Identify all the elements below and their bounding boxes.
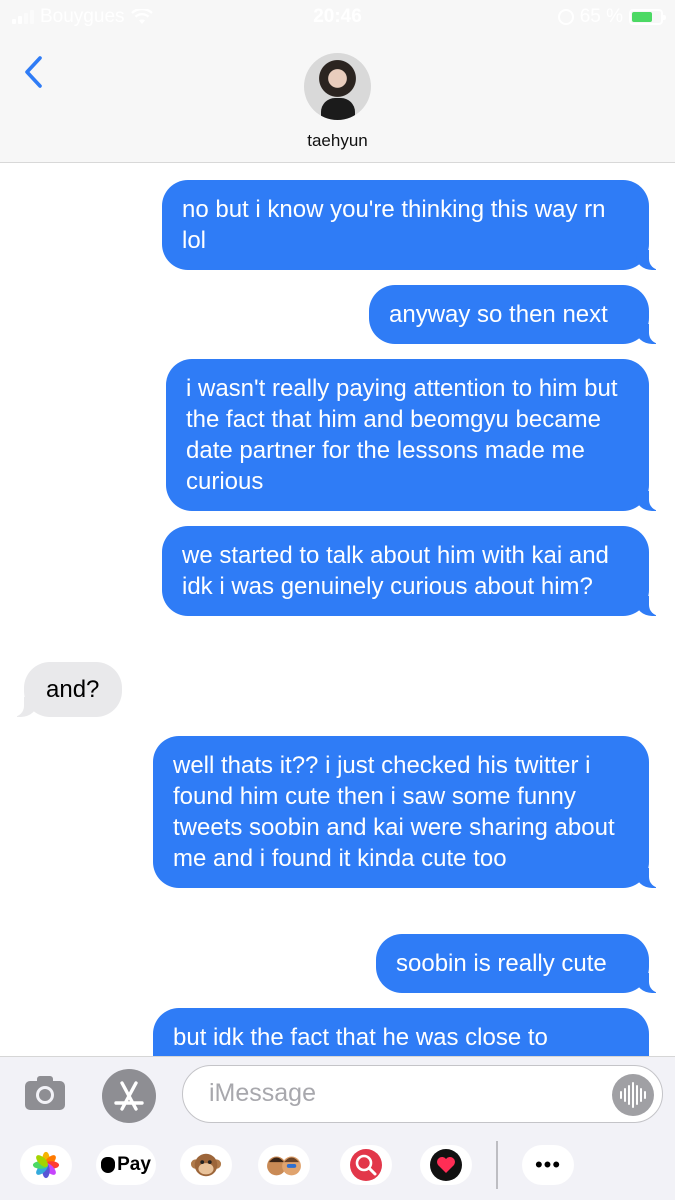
message-bubble-sent[interactable]: well thats it?? i just checked his twitt…	[153, 736, 662, 888]
battery-level	[632, 12, 652, 22]
monkey-face-glyph	[190, 1153, 222, 1177]
message-bubble-sent[interactable]: anyway so then next	[369, 285, 662, 344]
more-apps-icon[interactable]: •••	[522, 1145, 574, 1185]
compose-bar: Pay	[0, 1056, 675, 1200]
apple-logo-icon	[101, 1157, 116, 1173]
animoji-app-icon[interactable]	[180, 1145, 232, 1185]
app-store-icon[interactable]	[102, 1069, 156, 1123]
chevron-left-icon[interactable]	[18, 52, 50, 92]
memoji-app-icon[interactable]	[258, 1145, 310, 1185]
contact-avatar[interactable]	[304, 53, 371, 120]
photos-app-icon[interactable]	[20, 1145, 72, 1185]
apple-pay-label: Pay	[117, 1154, 151, 1175]
memoji-faces-glyph	[267, 1156, 301, 1176]
message-bubble-received[interactable]: and?	[11, 662, 122, 717]
status-right: 65 %	[557, 6, 666, 28]
search-globe-glyph	[350, 1149, 382, 1181]
rotation-lock-icon	[557, 9, 574, 25]
message-thread[interactable]: no but i know you're thinking this way r…	[0, 164, 675, 1056]
app-store-glyph	[114, 1081, 144, 1111]
message-bubble-sent[interactable]: we started to talk about him with kai an…	[162, 526, 662, 616]
message-input-field[interactable]	[182, 1065, 663, 1123]
battery-percent: 65 %	[579, 6, 623, 27]
digital-touch-app-icon[interactable]	[420, 1145, 472, 1185]
status-bar: Bouygues 20:46 65 %	[0, 0, 675, 36]
audio-waveform-icon[interactable]	[612, 1074, 654, 1116]
app-drawer: Pay •••	[0, 1141, 675, 1200]
contact-name[interactable]: taehyun	[0, 131, 675, 151]
message-bubble-sent[interactable]: soobin is really cute	[376, 934, 662, 993]
apple-pay-app[interactable]: Pay	[96, 1145, 156, 1185]
camera-icon[interactable]	[24, 1072, 66, 1114]
app-drawer-divider	[496, 1141, 498, 1189]
message-input[interactable]	[209, 1079, 589, 1108]
photos-flower-glyph	[32, 1151, 60, 1179]
message-bubble-sent[interactable]: but idk the fact that he was close to	[153, 1008, 649, 1056]
battery-charging-icon	[629, 9, 666, 25]
message-bubble-sent[interactable]: no but i know you're thinking this way r…	[162, 180, 662, 270]
message-bubble-sent[interactable]: i wasn't really paying attention to him …	[166, 359, 662, 511]
web-search-app-icon[interactable]	[340, 1145, 392, 1185]
conversation-header: Bouygues 20:46 65 % taehyun	[0, 0, 675, 163]
digital-touch-glyph	[430, 1149, 462, 1181]
